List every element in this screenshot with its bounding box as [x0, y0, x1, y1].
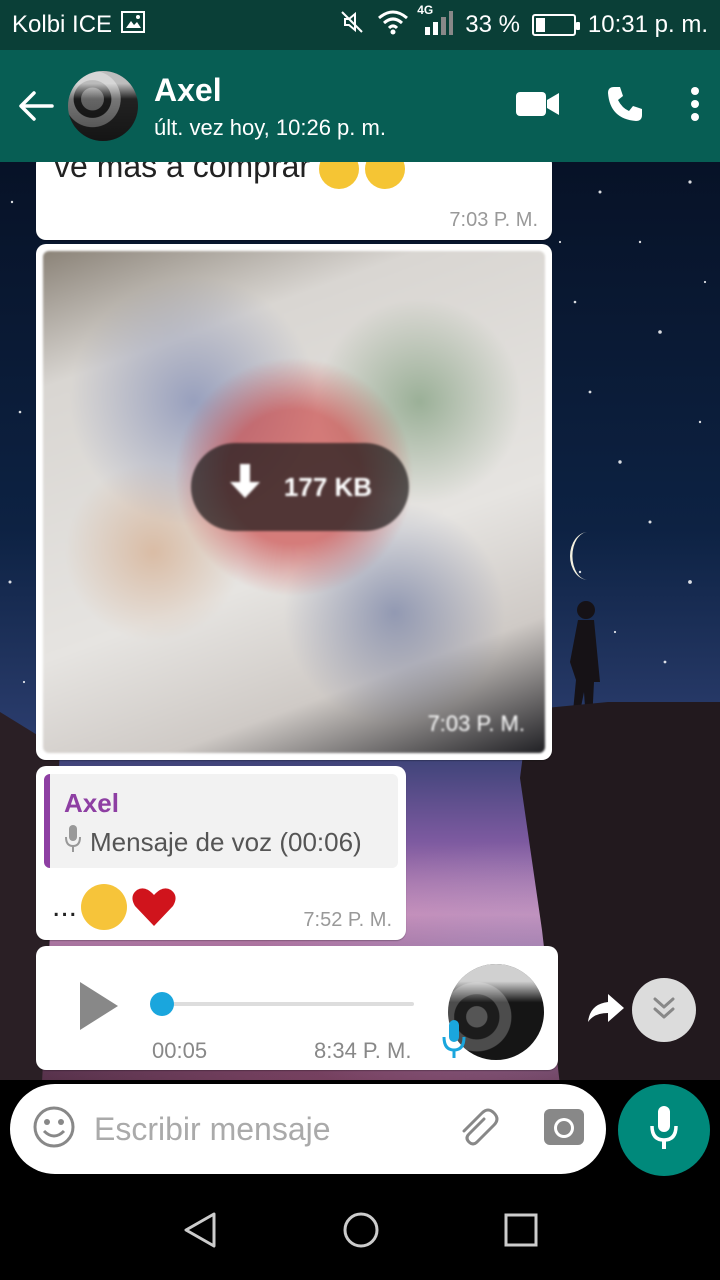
blurred-image[interactable]: 177 KB 7:03 P. M.: [43, 251, 545, 753]
last-seen-status: últ. vez hoy, 10:26 p. m.: [154, 114, 386, 140]
screenshot-icon: [120, 10, 146, 41]
message-bubble-text[interactable]: ve más a comprar 7:03 P. M.: [36, 162, 552, 240]
message-bubble-voice[interactable]: 00:05 8:34 P. M.: [36, 946, 558, 1070]
mute-icon: [339, 9, 365, 42]
mic-icon: [649, 1105, 679, 1155]
mic-icon: [64, 825, 82, 860]
crying-emoji-icon: [318, 162, 359, 189]
message-bubble-reply[interactable]: Axel Mensaje de voz (00:06) ... 7:52 P. …: [36, 766, 406, 940]
download-icon: [228, 463, 262, 511]
play-icon[interactable]: [78, 980, 122, 1032]
battery-icon: [531, 14, 580, 36]
voice-progress-track[interactable]: [162, 1002, 414, 1006]
message-time: 7:52 P. M.: [303, 909, 392, 931]
camera-icon[interactable]: [544, 1108, 584, 1150]
contact-info[interactable]: Axel últ. vez hoy, 10:26 p. m.: [154, 72, 386, 141]
quoted-message[interactable]: Axel Mensaje de voz (00:06): [44, 774, 398, 868]
network-label: 4G: [417, 2, 434, 17]
reply-text: ...: [52, 884, 177, 930]
message-time: 7:03 P. M.: [449, 209, 538, 231]
more-options-icon[interactable]: [690, 86, 700, 127]
emoji-icon[interactable]: [32, 1105, 76, 1154]
video-call-icon[interactable]: [516, 90, 560, 123]
voice-time: 8:34 P. M.: [314, 1038, 412, 1063]
forward-icon[interactable]: [586, 988, 626, 1028]
double-chevron-down-icon: [649, 993, 679, 1028]
chat-header: Axel últ. vez hoy, 10:26 p. m.: [0, 50, 720, 162]
chat-area[interactable]: ve más a comprar 7:03 P. M. 177 KB 7:03 …: [0, 162, 720, 1080]
download-button[interactable]: 177 KB: [191, 443, 409, 531]
eye-roll-emoji-icon: [81, 884, 128, 930]
heart-emoji-icon: [131, 886, 177, 928]
signal-icon: 4G: [417, 3, 454, 42]
contact-avatar[interactable]: [68, 71, 138, 141]
message-text: ve más a comprar: [54, 162, 405, 189]
phone-call-icon[interactable]: [606, 85, 644, 128]
status-time: 10:31 p. m.: [587, 11, 708, 38]
message-input-bar: Escribir mensaje: [0, 1080, 720, 1184]
message-input[interactable]: Escribir mensaje: [94, 1111, 456, 1148]
message-input-box[interactable]: Escribir mensaje: [10, 1084, 606, 1174]
nav-back-icon[interactable]: [182, 1211, 218, 1254]
carrier-label: Kolbi ICE: [12, 11, 113, 38]
voice-progress-knob[interactable]: [150, 992, 174, 1016]
message-bubble-image[interactable]: 177 KB 7:03 P. M.: [36, 244, 552, 760]
voice-duration: 00:05: [152, 1038, 208, 1063]
record-voice-button[interactable]: [618, 1084, 710, 1176]
nav-home-icon[interactable]: [342, 1211, 380, 1254]
back-arrow-icon[interactable]: [14, 84, 58, 128]
quoted-sender: Axel: [64, 788, 119, 818]
nav-recents-icon[interactable]: [504, 1213, 538, 1252]
navigation-bar: [0, 1184, 720, 1280]
laughing-emoji-icon: [364, 162, 405, 189]
wifi-icon: [377, 9, 409, 42]
voice-mic-icon: [442, 1020, 466, 1060]
attach-icon[interactable]: [456, 1105, 500, 1154]
image-time: 7:03 P. M.: [427, 711, 525, 736]
scroll-down-button[interactable]: [632, 978, 696, 1042]
status-bar: Kolbi ICE 4G 33 % 10:31 p. m.: [0, 0, 720, 50]
quoted-text: Mensaje de voz (00:06): [90, 827, 362, 857]
battery-percent: 33 %: [465, 11, 520, 38]
contact-name: Axel: [154, 71, 222, 108]
download-size: 177 KB: [283, 471, 373, 502]
